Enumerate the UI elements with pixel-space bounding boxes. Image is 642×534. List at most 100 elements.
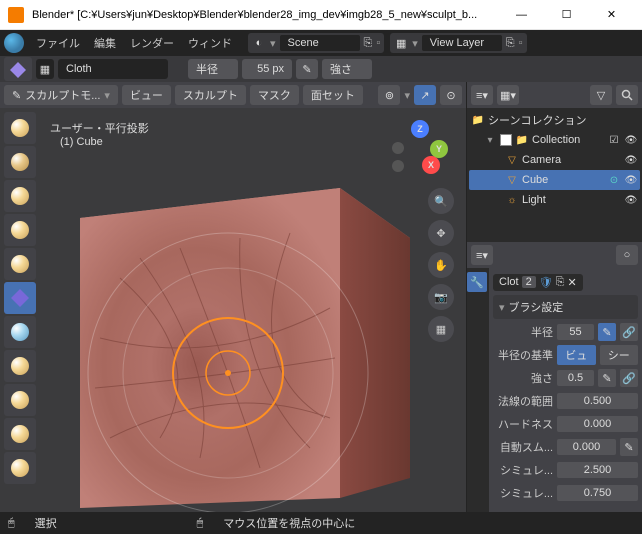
zoom-icon[interactable]: 🔍 <box>428 188 454 214</box>
filter-icon[interactable]: ▽ <box>590 85 612 105</box>
tool-draw[interactable] <box>4 112 36 144</box>
tool-smooth[interactable] <box>4 316 36 348</box>
tab-tool[interactable]: 🔧 <box>467 272 487 292</box>
radius-pressure-icon[interactable]: ✎ <box>296 59 318 79</box>
shading-icon[interactable]: ⊙ <box>440 85 462 105</box>
pressure-icon[interactable]: ✎ <box>620 438 638 456</box>
tree-scene-collection[interactable]: 📁 シーンコレクション <box>469 110 640 130</box>
eye-icon[interactable]: 👁 <box>624 173 638 187</box>
pressure-icon[interactable]: ✎ <box>598 323 616 341</box>
viewlayer-name[interactable]: View Layer <box>422 35 502 51</box>
menu-edit[interactable]: 編集 <box>88 31 122 55</box>
minimize-button[interactable]: — <box>499 0 544 30</box>
exclude-icon[interactable]: ☑ <box>607 133 621 147</box>
radius-value[interactable]: 55 px <box>242 59 292 79</box>
tree-camera[interactable]: ▽ Camera 👁 <box>469 150 640 170</box>
eye-icon[interactable]: 👁 <box>624 193 638 207</box>
menu-view[interactable]: ビュー <box>122 85 171 105</box>
axis-x[interactable]: X <box>422 156 440 174</box>
sim2-input[interactable]: 0.750 <box>557 485 638 501</box>
menu-window[interactable]: ウィンド <box>182 31 238 55</box>
tool-clay[interactable] <box>4 146 36 178</box>
prop-normal: 法線の範囲 0.500 <box>493 391 638 411</box>
menu-render[interactable]: レンダー <box>124 31 180 55</box>
menu-mask[interactable]: マスク <box>250 85 299 105</box>
camera-icon[interactable]: 📷 <box>428 284 454 310</box>
viewlayer-selector[interactable]: ▦ ▾ View Layer ⎘ ▫ <box>390 33 526 53</box>
link-icon[interactable]: 🔗 <box>620 369 638 387</box>
tool-cloth[interactable] <box>4 282 36 314</box>
tool-flatten[interactable] <box>4 350 36 382</box>
outliner-mode-icon[interactable]: ≡▾ <box>471 85 493 105</box>
modifier-icon[interactable]: ⊙ <box>607 173 621 187</box>
brush-chip[interactable]: Clot 2 🛡 ⎘ ✕ <box>493 274 583 291</box>
strength-input[interactable]: 0.5 <box>557 370 594 386</box>
panel-brush-settings[interactable]: ▾ ブラシ設定 <box>493 295 638 319</box>
active-object-label: (1) Cube <box>60 136 103 148</box>
search-icon[interactable] <box>616 85 638 105</box>
collection-icon: 📁 <box>471 113 485 127</box>
outliner-display-icon[interactable]: ▦▾ <box>497 85 519 105</box>
autosmooth-input[interactable]: 0.000 <box>557 439 616 455</box>
copy-icon[interactable]: ⎘ <box>364 37 373 50</box>
outliner-header: ≡▾ ▦▾ ▽ <box>467 82 642 108</box>
brush-preview-icon[interactable] <box>4 57 32 81</box>
eye-icon[interactable]: 👁 <box>624 153 638 167</box>
scene-selector[interactable]: ◐ ▾ Scene ⎘ ▫ <box>248 33 384 53</box>
hand-icon[interactable]: ✋ <box>428 252 454 278</box>
window-title: Blender* [C:¥Users¥jun¥Desktop¥Blender¥b… <box>32 9 499 21</box>
viewport[interactable]: ユーザー・平行投影 (1) Cube <box>0 108 466 512</box>
gizmo-icon[interactable]: ↗ <box>414 85 436 105</box>
menu-sculpt[interactable]: スカルプト <box>175 85 246 105</box>
axis-neg[interactable] <box>392 142 404 154</box>
new-icon[interactable]: ▫ <box>376 37 380 49</box>
tool-blob[interactable] <box>4 248 36 280</box>
unlink-icon[interactable]: ⎘ <box>556 276 565 289</box>
perspective-icon[interactable]: ▦ <box>428 316 454 342</box>
new-icon[interactable]: ▫ <box>519 37 523 49</box>
radius-input[interactable]: 55 <box>557 324 594 340</box>
menu-faceset[interactable]: 面セット <box>303 85 363 105</box>
brush-users[interactable]: 2 <box>522 276 536 288</box>
overlay-icon[interactable]: ⊚ <box>378 85 400 105</box>
tree-cube[interactable]: ▽ Cube ⊙ 👁 <box>469 170 640 190</box>
close-button[interactable]: ✕ <box>589 0 634 30</box>
move-icon[interactable]: ✥ <box>428 220 454 246</box>
pressure-icon[interactable]: ✎ <box>598 369 616 387</box>
checkbox[interactable] <box>500 134 512 146</box>
basis-view[interactable]: ビュ <box>557 345 596 365</box>
mode-selector[interactable]: ✎ スカルプトモ... ▾ <box>4 85 118 105</box>
brush-browse-icon[interactable]: ▦ <box>36 59 54 79</box>
tool-snake[interactable] <box>4 418 36 450</box>
normal-input[interactable]: 0.500 <box>557 393 638 409</box>
link-icon[interactable]: 🔗 <box>620 323 638 341</box>
blender-logo-icon[interactable] <box>4 33 24 53</box>
disclosure-icon[interactable]: ▾ <box>483 133 497 147</box>
tool-inflate[interactable] <box>4 214 36 246</box>
label: 法線の範囲 <box>493 393 553 409</box>
eye-icon[interactable]: 👁 <box>624 133 638 147</box>
fake-user-icon[interactable]: 🛡 <box>539 276 553 289</box>
axis-z[interactable]: Z <box>411 120 429 138</box>
maximize-button[interactable]: ☐ <box>544 0 589 30</box>
tool-layer[interactable] <box>4 180 36 212</box>
axis-neg2[interactable] <box>392 160 404 172</box>
props-mode-icon[interactable]: ≡▾ <box>471 245 493 265</box>
copy-icon[interactable]: ⎘ <box>506 37 515 50</box>
tool-grab[interactable] <box>4 384 36 416</box>
outliner-tree[interactable]: 📁 シーンコレクション ▾ 📁 Collection ☑ 👁 ▽ Camera … <box>467 108 642 242</box>
tool-pinch[interactable] <box>4 452 36 484</box>
hardness-input[interactable]: 0.000 <box>557 416 638 432</box>
mouse-middle-icon: 🖱 <box>197 517 204 530</box>
scene-name[interactable]: Scene <box>280 35 360 51</box>
basis-scene[interactable]: シー <box>600 345 639 365</box>
brush-name-field[interactable]: Cloth <box>58 59 168 79</box>
axis-gizmo[interactable]: Z Y X <box>392 120 448 176</box>
tree-light[interactable]: ☼ Light 👁 <box>469 190 640 210</box>
menu-file[interactable]: ファイル <box>30 31 86 55</box>
radius-label: 半径 <box>188 59 238 79</box>
pin-icon[interactable]: ○ <box>616 245 638 265</box>
sim1-input[interactable]: 2.500 <box>557 462 638 478</box>
delete-icon[interactable]: ✕ <box>567 276 576 289</box>
tree-collection[interactable]: ▾ 📁 Collection ☑ 👁 <box>469 130 640 150</box>
